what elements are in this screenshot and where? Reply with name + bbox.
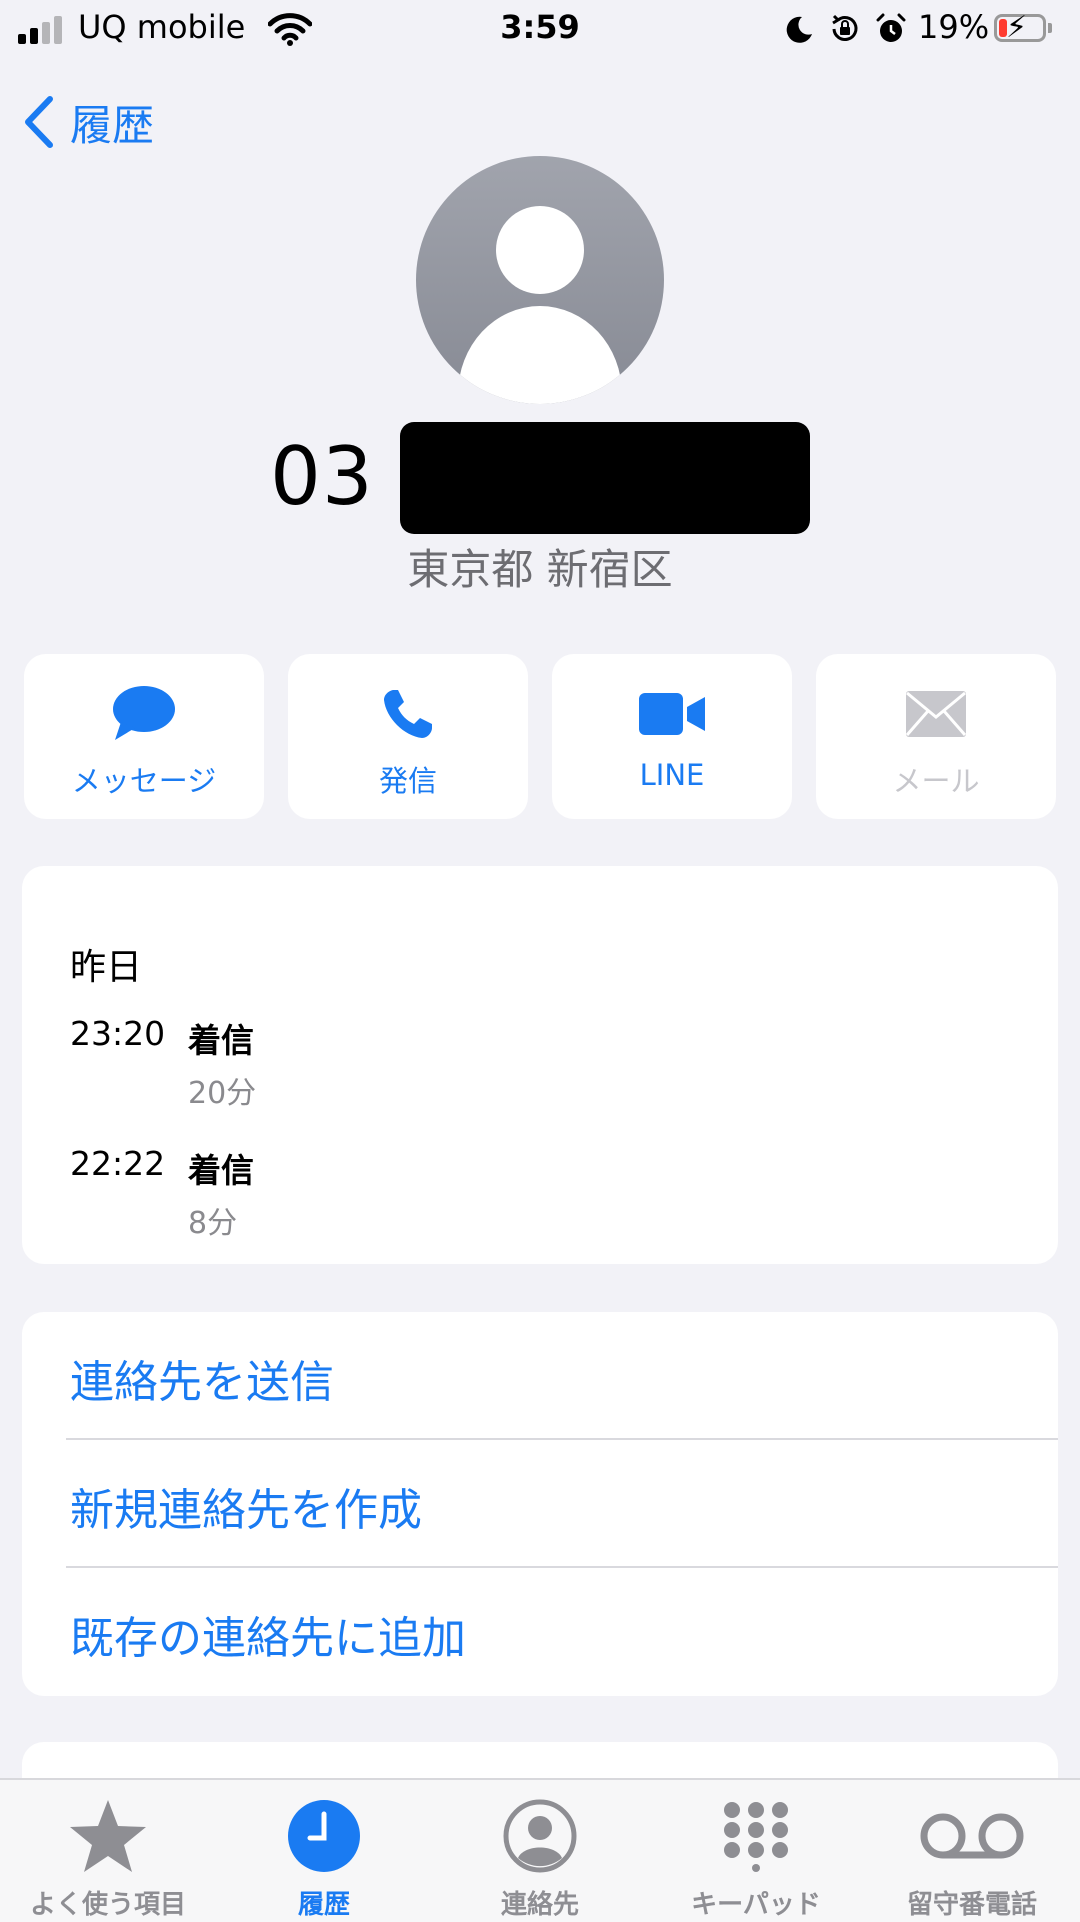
envelope-icon bbox=[905, 691, 967, 737]
line-label: LINE bbox=[639, 758, 705, 792]
person-circle-icon bbox=[503, 1799, 577, 1873]
history-duration: 20分 bbox=[188, 1076, 257, 1111]
tab-label: 留守番電話 bbox=[906, 1890, 1037, 1920]
back-label: 履歴 bbox=[70, 100, 155, 150]
tab-recents[interactable]: 履歴 bbox=[216, 1780, 432, 1922]
history-time: 22:22 bbox=[70, 1144, 166, 1183]
keypad-icon bbox=[724, 1802, 788, 1872]
message-label: メッセージ bbox=[71, 764, 217, 798]
tab-keypad[interactable]: キーパッド bbox=[648, 1780, 864, 1922]
create-new-contact-button[interactable]: 新規連絡先を作成 bbox=[70, 1474, 422, 1538]
chevron-left-icon bbox=[25, 96, 53, 148]
divider bbox=[66, 1438, 1058, 1440]
tab-label: 連絡先 bbox=[500, 1890, 579, 1920]
video-camera-icon bbox=[639, 693, 705, 735]
share-contact-button[interactable]: 連絡先を送信 bbox=[70, 1346, 334, 1410]
tab-label: キーパッド bbox=[691, 1890, 821, 1920]
location-label: 東京都 新宿区 bbox=[407, 545, 673, 594]
star-icon bbox=[70, 1800, 146, 1872]
add-to-existing-contact-button[interactable]: 既存の連絡先に追加 bbox=[70, 1602, 466, 1666]
line-video-button[interactable]: LINE bbox=[552, 654, 792, 819]
history-duration: 8分 bbox=[188, 1206, 238, 1241]
tab-label: よく使う項目 bbox=[29, 1890, 186, 1920]
call-button[interactable]: 発信 bbox=[288, 654, 528, 819]
person-silhouette-icon bbox=[496, 206, 584, 294]
rotation-lock-icon bbox=[832, 14, 858, 41]
tab-contacts[interactable]: 連絡先 bbox=[432, 1780, 648, 1922]
status-bar: UQ mobile 3:59 19% ⚡ bbox=[0, 0, 1080, 60]
moon-icon bbox=[786, 16, 812, 43]
mail-button[interactable]: メール bbox=[816, 654, 1056, 819]
alarm-icon bbox=[876, 13, 906, 42]
clock-icon bbox=[288, 1800, 360, 1872]
battery-percent: 19% bbox=[918, 8, 990, 46]
tab-bar: よく使う項目 履歴 連絡先 キーパッド 留守番電話 bbox=[0, 1778, 1080, 1922]
history-time: 23:20 bbox=[70, 1014, 166, 1053]
tab-label: 履歴 bbox=[297, 1890, 350, 1920]
mail-label: メール bbox=[892, 764, 980, 798]
message-bubble-icon bbox=[113, 686, 175, 740]
message-button[interactable]: メッセージ bbox=[24, 654, 264, 819]
tab-voicemail[interactable]: 留守番電話 bbox=[864, 1780, 1080, 1922]
tab-favorites[interactable]: よく使う項目 bbox=[0, 1780, 216, 1922]
history-call-type: 着信 bbox=[188, 1021, 254, 1060]
call-history-card bbox=[22, 866, 1058, 1264]
back-button[interactable]: 履歴 bbox=[22, 92, 154, 152]
battery-charging-icon: ⚡ bbox=[994, 12, 1054, 44]
history-date: 昨日 bbox=[70, 947, 143, 988]
call-label: 発信 bbox=[378, 764, 437, 798]
phone-icon bbox=[384, 690, 432, 738]
contact-avatar bbox=[416, 156, 664, 404]
voicemail-icon bbox=[920, 1813, 1024, 1859]
phone-number: 03 bbox=[270, 430, 374, 523]
divider bbox=[66, 1566, 1058, 1568]
redaction-bar bbox=[400, 422, 810, 534]
history-call-type: 着信 bbox=[188, 1151, 254, 1190]
